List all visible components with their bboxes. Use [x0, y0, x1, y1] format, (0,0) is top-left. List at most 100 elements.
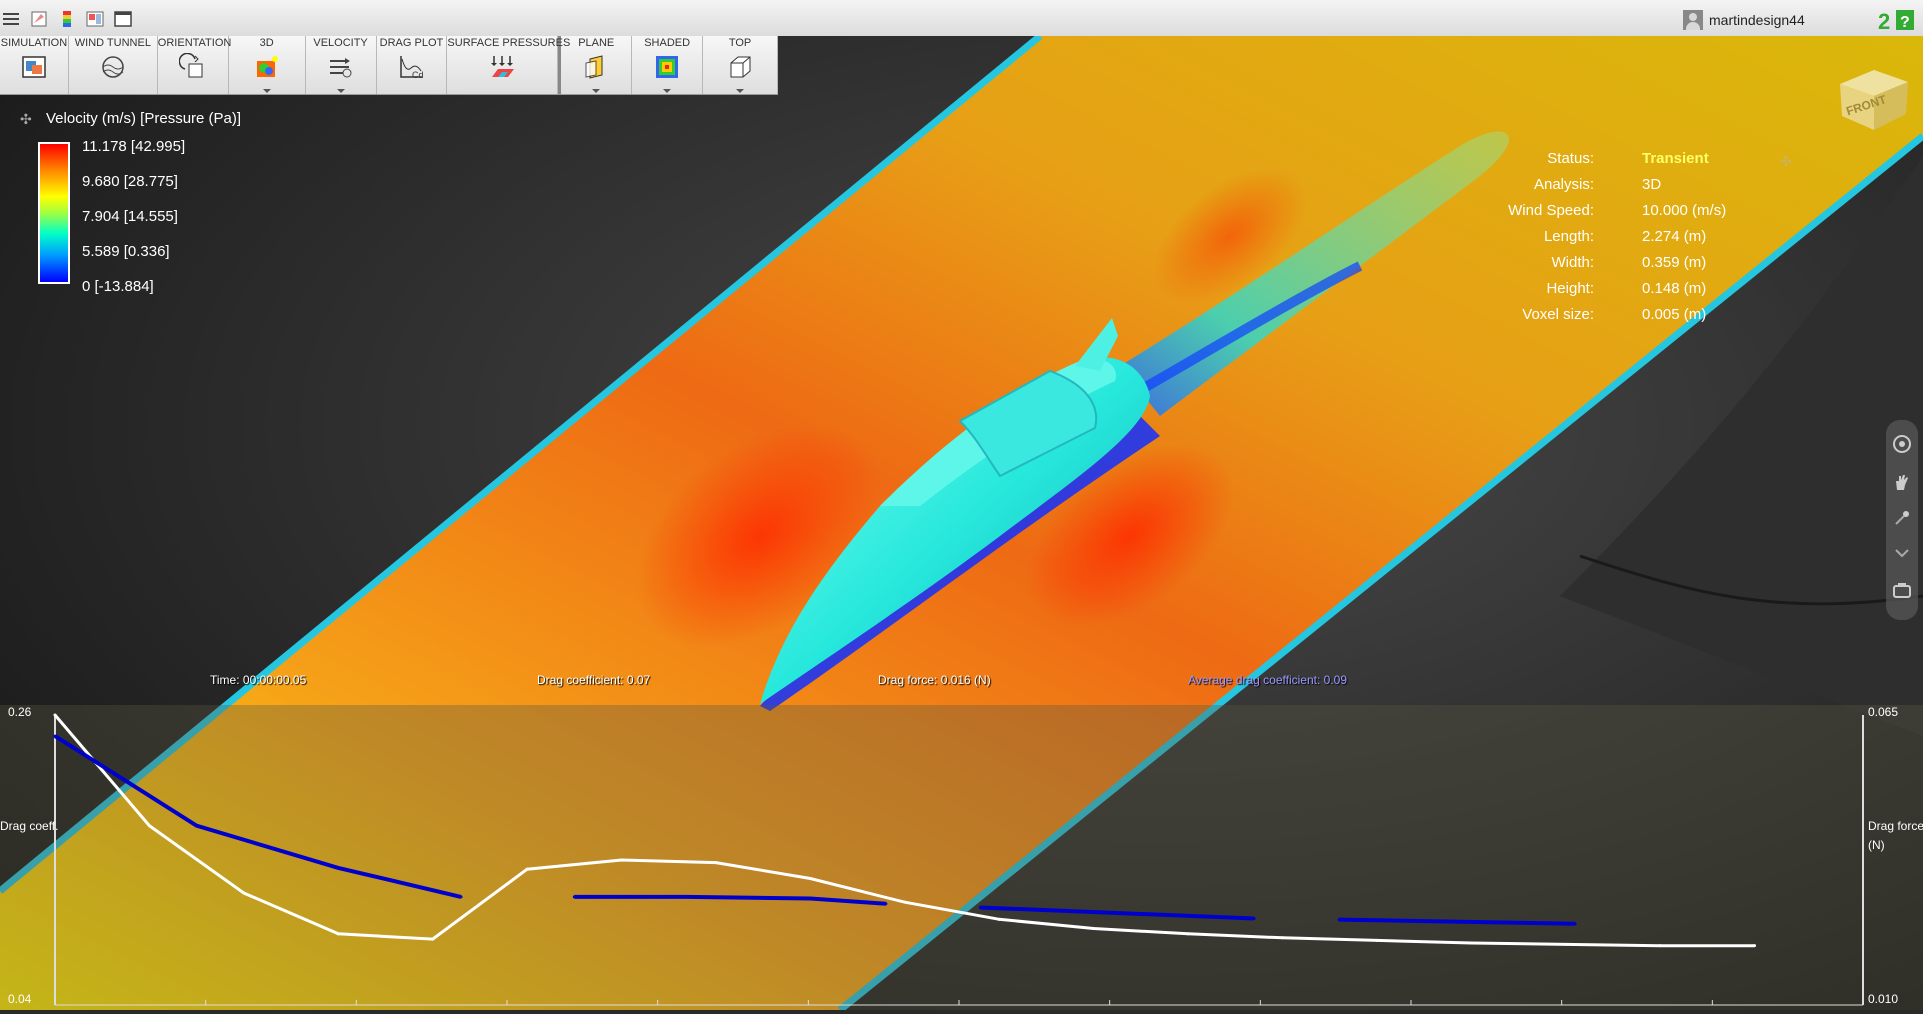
- ribbon-velocity[interactable]: VELOCITY: [306, 36, 377, 94]
- pan-hand-icon[interactable]: [1892, 472, 1912, 492]
- drag-coefficient-point: [1753, 944, 1757, 948]
- surface-pressures-icon: [491, 56, 515, 77]
- drag-coefficient-point: [1658, 944, 1662, 948]
- drag-force-point: [884, 902, 888, 906]
- status-row-wind-speed: Wind Speed: 10.000 (m/s): [1508, 202, 1727, 219]
- drag-coefficient-point: [620, 858, 624, 862]
- drag-coefficient-point: [997, 917, 1001, 921]
- ribbon-drag-plot[interactable]: DRAG PLOT Cd: [377, 36, 448, 94]
- color-legend-icon[interactable]: [56, 9, 78, 29]
- shaded-icon: [656, 56, 679, 78]
- svg-text:2: 2: [1878, 9, 1890, 32]
- legend-tick: 5.589 [0.336]: [82, 243, 170, 260]
- legend-tick: 7.904 [14.555]: [82, 208, 178, 225]
- ribbon-toolbar: SIMULATION WIND TUNNEL ORIENTATION 3D VE…: [0, 36, 778, 95]
- status-row-analysis: Analysis: 3D: [1533, 176, 1662, 193]
- right-axis-min-label: 0.010: [1868, 992, 1899, 1006]
- legend-tick: 11.178 [42.995]: [82, 138, 186, 155]
- status-row-height: Height: 0.148 (m): [1546, 280, 1707, 297]
- ribbon-plane[interactable]: PLANE: [561, 36, 633, 94]
- ribbon-surface-pressures[interactable]: SURFACE PRESSURES: [447, 36, 570, 94]
- view-cube[interactable]: FRONT: [1830, 56, 1918, 136]
- color-legend: ✣ Velocity (m/s) [Pressure (Pa)] 11.178 …: [20, 110, 280, 310]
- ribbon-3d[interactable]: 3D: [229, 36, 306, 94]
- left-axis-min-label: 0.04: [8, 992, 32, 1006]
- svg-text:Cd: Cd: [412, 70, 424, 80]
- velocity-icon: [329, 58, 352, 78]
- drag-force-point: [686, 895, 690, 899]
- drag-coefficient-point: [336, 932, 340, 936]
- drag-coefficient-point: [525, 867, 529, 871]
- drag-force-point: [1337, 918, 1341, 922]
- legend-tick: 0 [-13.884]: [82, 278, 154, 295]
- drag-force-point: [1252, 917, 1256, 921]
- time-readout: Time: 00:00:00.05: [210, 673, 307, 687]
- legend-colorbar: [38, 142, 70, 284]
- drag-coefficient-point: [1469, 941, 1473, 945]
- legend-title: Velocity (m/s) [Pressure (Pa)]: [46, 110, 242, 127]
- drag-plot-icon: Cd: [400, 56, 424, 80]
- 3d-icon: [256, 56, 278, 77]
- svg-text:?: ?: [1900, 14, 1910, 31]
- drag-coefficient-point: [1186, 932, 1190, 936]
- drag-coefficient-point: [903, 900, 907, 904]
- drag-coefficient-point: [242, 891, 246, 895]
- status-move-handle-icon[interactable]: ✣: [1780, 154, 1792, 170]
- open-file-icon[interactable]: [28, 9, 50, 29]
- ribbon-top-view[interactable]: TOP: [703, 36, 778, 94]
- user-name: martindesign44: [1709, 12, 1805, 28]
- look-around-icon[interactable]: [1892, 544, 1912, 564]
- right-axis-max-label: 0.065: [1868, 705, 1899, 719]
- drag-force-point: [53, 734, 57, 738]
- status-row-voxel-size: Voxel size: 0.005 (m): [1522, 306, 1707, 323]
- status-row-length: Length: 2.274 (m): [1543, 228, 1707, 245]
- status-panel: Status: Transient Analysis: 3D Wind Speed:…: [1490, 150, 1770, 332]
- top-view-icon: [730, 56, 751, 78]
- menu-icon[interactable]: [0, 9, 22, 29]
- drag-force-readout: Drag force: 0.016 (N): [878, 673, 991, 687]
- drag-coefficient-point: [714, 861, 718, 865]
- average-drag-coefficient-readout: Average drag coefficient: 0.09: [1188, 673, 1347, 687]
- drag-coefficient-readout: Drag coefficient: 0.07: [537, 673, 651, 687]
- avatar-icon: [1683, 10, 1703, 30]
- drag-force-point: [336, 866, 340, 870]
- window-icon[interactable]: [112, 9, 134, 29]
- drag-force-point: [195, 824, 199, 828]
- drag-coefficient-point: [1280, 936, 1284, 940]
- ribbon-shaded[interactable]: SHADED: [632, 36, 704, 94]
- ribbon-wind-tunnel[interactable]: WIND TUNNEL: [69, 36, 158, 94]
- left-axis-max-label: 0.26: [8, 705, 32, 719]
- navigation-bar: [1886, 420, 1918, 620]
- simulation-icon: [22, 56, 46, 78]
- drag-coefficient-point: [147, 824, 151, 828]
- status-row-width: Width: 0.359 (m): [1551, 254, 1707, 271]
- plane-icon: [585, 55, 603, 79]
- drag-force-point: [572, 895, 576, 899]
- wind-tunnel-icon: [102, 56, 124, 78]
- drag-coefficient-point: [1375, 938, 1379, 942]
- drag-force-point: [808, 896, 812, 900]
- camera-icon[interactable]: [1892, 580, 1912, 600]
- orientation-icon: [178, 53, 203, 78]
- drag-plot-chart: [0, 705, 1923, 1010]
- legend-tick: 9.680 [28.775]: [82, 173, 178, 190]
- drag-coefficient-point: [1092, 927, 1096, 931]
- left-axis-title: Drag coeff.: [0, 819, 59, 833]
- layout-icon[interactable]: [84, 9, 106, 29]
- status-value: Transient: [1642, 150, 1709, 167]
- zoom-slider-icon[interactable]: [1892, 508, 1912, 528]
- user-account[interactable]: martindesign44: [1683, 10, 1805, 30]
- help-icon[interactable]: 2 ?: [1878, 8, 1916, 32]
- drag-coefficient-point: [808, 876, 812, 880]
- drag-force-point: [1573, 922, 1577, 926]
- drag-plot-panel: 0.26 0.04 0.065 0.010 Drag coeff. Drag f…: [0, 705, 1923, 1010]
- drag-coefficient-point: [53, 713, 57, 717]
- drag-force-point: [978, 905, 982, 909]
- orbit-icon[interactable]: [1892, 434, 1912, 454]
- title-bar: martindesign44 2 ?: [0, 0, 1923, 37]
- move-handle-icon[interactable]: ✣: [20, 112, 32, 128]
- ribbon-simulation[interactable]: SIMULATION: [0, 36, 69, 94]
- right-axis-title: Drag force (N): [1868, 819, 1923, 852]
- ribbon-orientation[interactable]: ORIENTATION: [158, 36, 231, 94]
- drag-force-point: [459, 895, 463, 899]
